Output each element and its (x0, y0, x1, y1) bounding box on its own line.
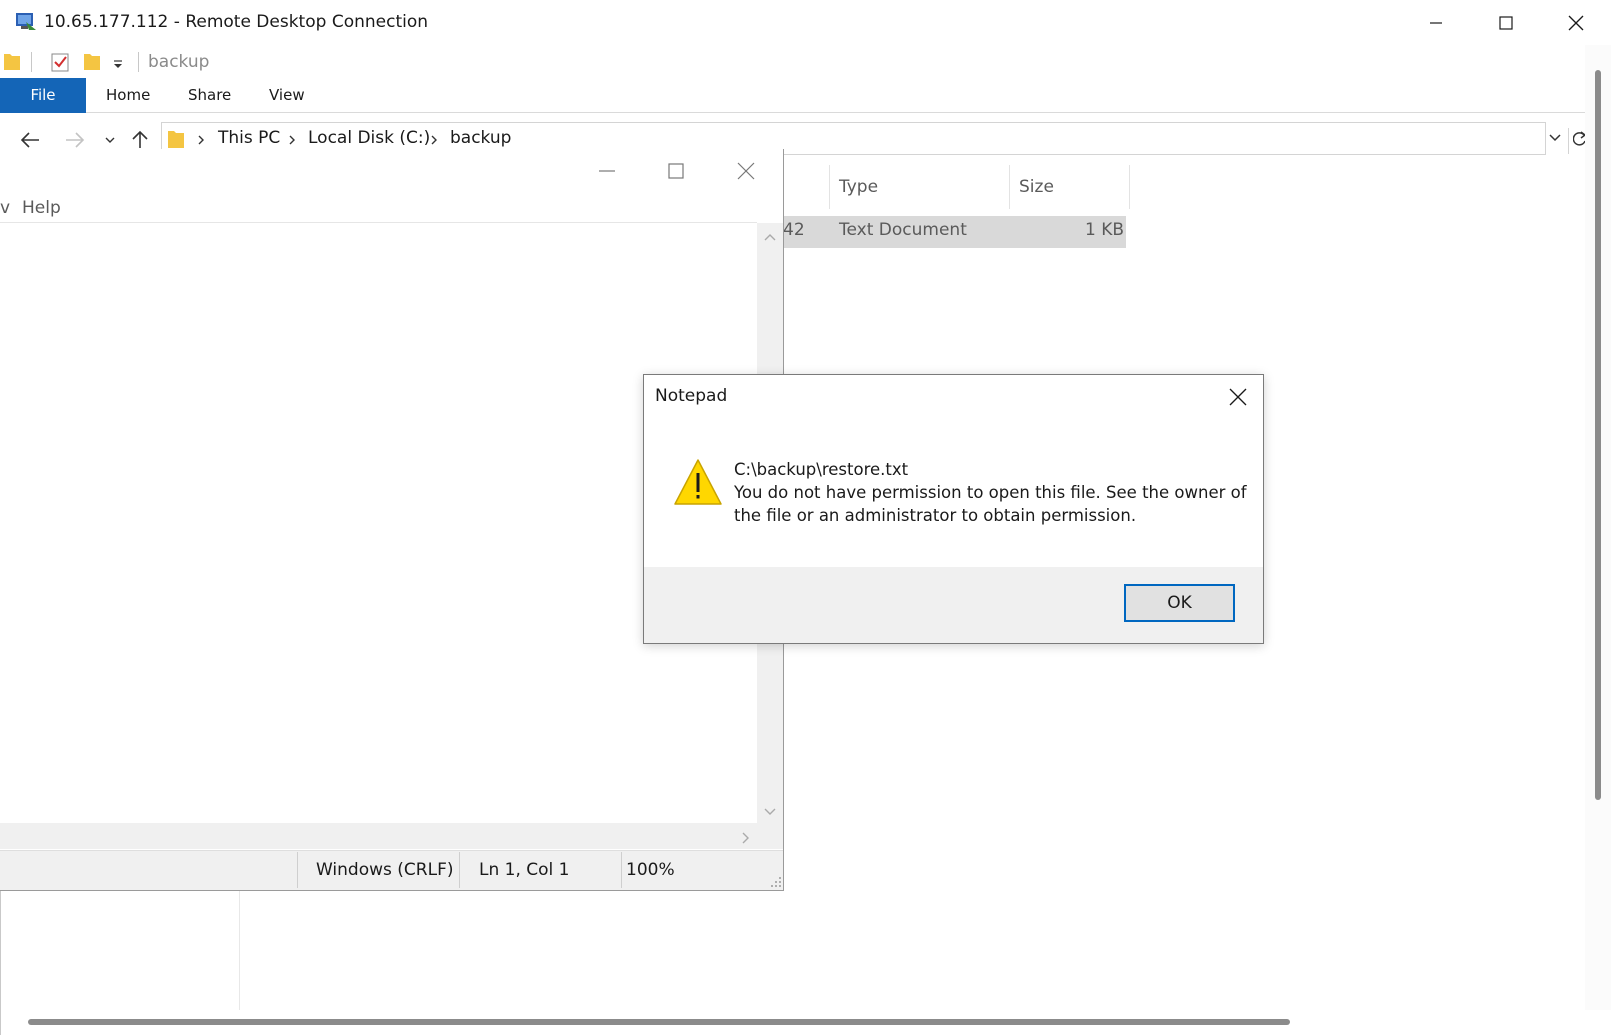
back-arrow-icon[interactable] (20, 131, 40, 149)
column-separator (1129, 165, 1130, 209)
forward-arrow-icon[interactable] (65, 131, 85, 149)
ribbon-tab-view[interactable]: View (249, 78, 325, 113)
close-icon (1568, 15, 1584, 30)
close-icon (1229, 388, 1247, 406)
breadcrumb-local-disk[interactable]: Local Disk (C:) (308, 128, 430, 148)
properties-checkmark-icon[interactable] (50, 52, 70, 72)
navigation-pane-divider (239, 890, 240, 1010)
notepad-close-button[interactable] (737, 162, 755, 180)
file-size: 1 KB (1085, 220, 1125, 240)
ribbon-tab-home[interactable]: Home (86, 78, 170, 113)
notepad-menu-help[interactable]: Help (22, 198, 61, 218)
address-folder-icon (168, 128, 184, 148)
explorer-vertical-scroll-thumb[interactable] (1595, 70, 1601, 800)
status-separator (621, 852, 622, 888)
address-separator (1568, 128, 1569, 154)
minimize-icon (599, 170, 615, 172)
file-type: Text Document (839, 220, 967, 240)
warning-icon (673, 458, 723, 506)
notepad-titlebar (0, 149, 783, 192)
notepad-menu-view-partial[interactable]: v (0, 198, 10, 218)
new-folder-icon[interactable] (84, 52, 100, 70)
minimize-icon (1430, 21, 1442, 24)
folder-icon (4, 52, 20, 70)
maximize-icon (1499, 15, 1513, 30)
breadcrumb-chevron-icon[interactable] (430, 134, 438, 146)
column-separator (1009, 165, 1010, 209)
column-header-type[interactable]: Type (839, 165, 878, 209)
status-separator (459, 852, 460, 888)
notepad-maximize-button[interactable] (668, 163, 684, 179)
column-separator (829, 165, 830, 209)
ribbon-tab-share[interactable]: Share (168, 78, 251, 113)
dialog-close-button[interactable] (1218, 380, 1258, 414)
customize-qat-dropdown-icon[interactable] (112, 58, 124, 70)
scroll-up-chevron-icon[interactable] (763, 232, 777, 242)
rdp-window-title: 10.65.177.112 - Remote Desktop Connectio… (44, 12, 429, 32)
breadcrumb-chevron-icon[interactable] (288, 134, 296, 146)
breadcrumb-this-pc[interactable]: This PC (218, 128, 280, 148)
rdp-maximize-button[interactable] (1471, 0, 1541, 45)
status-separator (297, 852, 298, 888)
status-line-ending: Windows (CRLF) (316, 860, 454, 880)
explorer-quick-access-toolbar (0, 45, 1585, 78)
file-date-modified: 42 (783, 220, 805, 240)
ok-button[interactable]: OK (1124, 584, 1235, 622)
status-cursor-position: Ln 1, Col 1 (479, 860, 570, 880)
breadcrumb-chevron-icon[interactable] (197, 134, 205, 146)
status-zoom: 100% (626, 860, 675, 880)
column-header-size[interactable]: Size (1019, 165, 1054, 209)
scroll-right-chevron-icon[interactable] (740, 831, 750, 845)
explorer-horizontal-scroll-thumb[interactable] (28, 1019, 1290, 1025)
qat-separator (31, 52, 32, 72)
remote-desktop-icon (14, 10, 38, 34)
notepad-minimize-button[interactable] (598, 164, 616, 178)
dialog-file-path: C:\backup\restore.txt (734, 460, 909, 479)
dialog-message-line-1: You do not have permission to open this … (734, 483, 1247, 502)
qat-separator (138, 52, 139, 72)
rdp-minimize-button[interactable] (1401, 0, 1471, 45)
notepad-horizontal-scrollbar[interactable] (0, 823, 757, 849)
up-arrow-icon[interactable] (131, 129, 149, 149)
scroll-down-chevron-icon[interactable] (763, 807, 777, 817)
ribbon-tab-file[interactable]: File (0, 78, 86, 113)
rdp-close-button[interactable] (1541, 0, 1611, 45)
dialog-title: Notepad (655, 386, 728, 406)
dialog-message-line-2: the file or an administrator to obtain p… (734, 506, 1137, 525)
maximize-icon (668, 163, 684, 179)
explorer-window-title: backup (148, 52, 210, 72)
resize-grip-icon[interactable] (770, 876, 782, 888)
close-icon (737, 162, 755, 180)
breadcrumb-backup[interactable]: backup (450, 128, 511, 148)
recent-locations-chevron-icon[interactable] (104, 135, 116, 145)
notepad-scroll-corner (757, 823, 783, 849)
address-dropdown-chevron-icon[interactable] (1548, 133, 1562, 143)
